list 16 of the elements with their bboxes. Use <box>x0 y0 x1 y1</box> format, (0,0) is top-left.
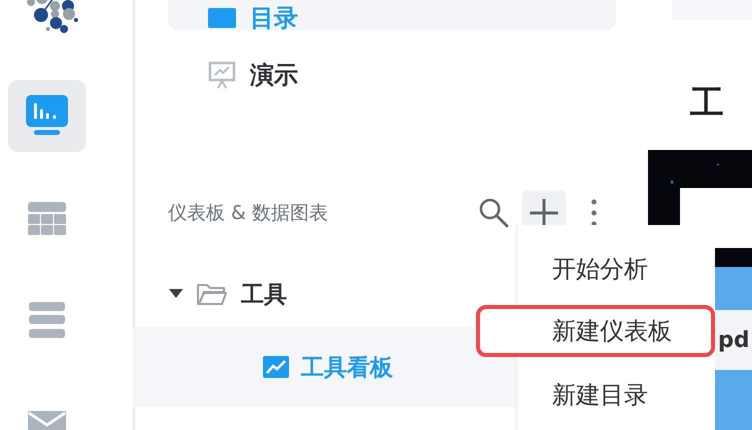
presentation-icon <box>208 61 236 89</box>
card <box>680 188 752 248</box>
more-icon <box>591 199 597 227</box>
plus-icon <box>530 199 558 227</box>
table-icon <box>28 202 66 234</box>
menu-item[interactable]: 新建仪表板 <box>476 305 715 357</box>
page-title: 工 <box>690 82 725 125</box>
nav-item[interactable]: 演示 <box>168 55 616 95</box>
search-icon <box>478 197 510 229</box>
section-title: 仪表板 & 数据图表 <box>168 201 328 226</box>
monitor-chart-icon <box>26 95 68 137</box>
line-chart-icon <box>263 356 289 378</box>
folder-icon <box>197 283 227 305</box>
list-icon <box>28 302 64 338</box>
folder-icon <box>208 6 236 30</box>
nav-tile[interactable] <box>8 80 86 152</box>
